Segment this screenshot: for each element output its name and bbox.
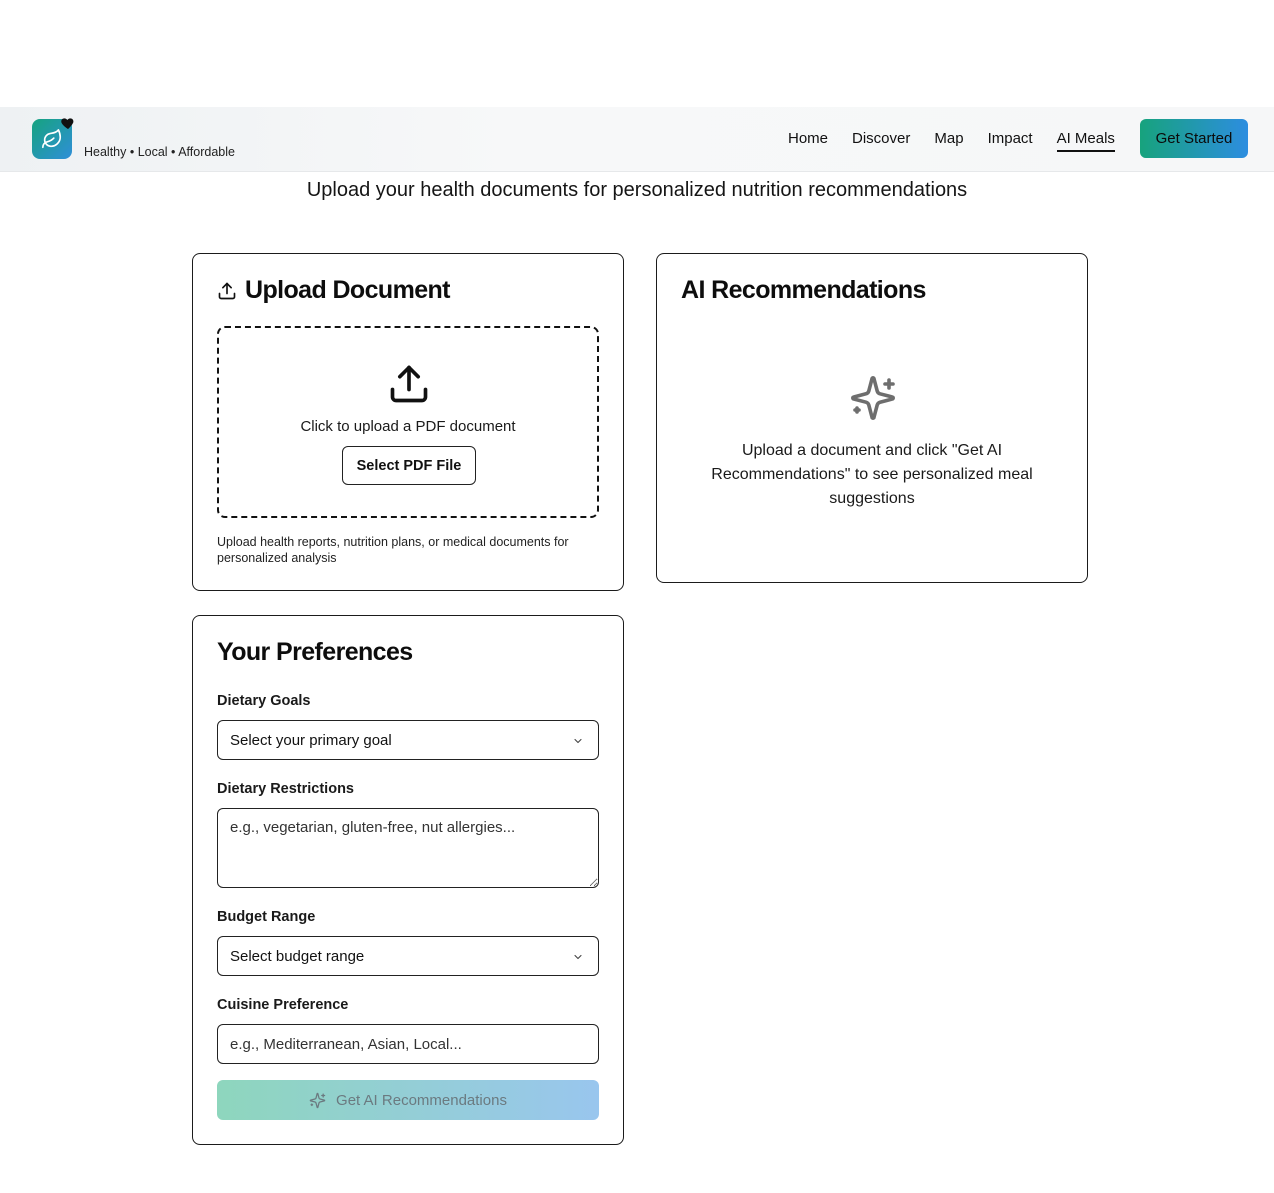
site-header: Healthy • Local • Affordable Home Discov…: [0, 107, 1274, 172]
dietary-goals-select[interactable]: Select your primary goal: [217, 720, 599, 760]
select-pdf-button[interactable]: Select PDF File: [342, 446, 476, 485]
upload-icon: [218, 282, 236, 299]
nav-map[interactable]: Map: [934, 130, 963, 152]
ai-recommendations-card: AI Recommendations Upload a document and…: [656, 253, 1088, 583]
cuisine-preference-label: Cuisine Preference: [217, 997, 349, 1013]
dietary-goals-label: Dietary Goals: [217, 693, 311, 709]
budget-range-label: Budget Range: [217, 909, 316, 925]
nav-discover[interactable]: Discover: [852, 130, 910, 152]
chevron-down-icon: [574, 738, 582, 744]
get-ai-recommendations-button[interactable]: Get AI Recommendations: [217, 1080, 599, 1120]
recommendations-empty-state: Upload a document and click "Get AI Reco…: [711, 442, 1033, 507]
pdf-dropzone[interactable]: Click to upload a PDF document Select PD…: [217, 326, 599, 518]
budget-range-select[interactable]: Select budget range: [217, 936, 599, 976]
nav-home[interactable]: Home: [788, 130, 828, 152]
page-subtitle: Upload your health documents for persona…: [306, 179, 968, 201]
sparkles-icon: [851, 376, 895, 420]
tagline: Healthy • Local • Affordable: [84, 145, 235, 159]
upload-document-card: Upload Document Click to upload a PDF do…: [192, 253, 624, 591]
cuisine-preference-input[interactable]: [217, 1024, 599, 1064]
get-started-button[interactable]: Get Started: [1140, 119, 1248, 158]
sparkles-icon: [309, 1092, 326, 1108]
dietary-restrictions-label: Dietary Restrictions: [217, 781, 354, 797]
recommendations-title: AI Recommendations: [681, 276, 926, 304]
get-ai-recommendations-label: Get AI Recommendations: [336, 1091, 507, 1109]
leaf-icon: [42, 129, 62, 149]
dietary-goals-value: Select your primary goal: [230, 731, 392, 749]
upload-card-header: Upload Document: [217, 276, 451, 305]
main-nav: Home Discover Map Impact AI Meals: [788, 130, 1115, 152]
dietary-restrictions-textarea[interactable]: [217, 808, 599, 888]
upload-hint: Upload health reports, nutrition plans, …: [217, 535, 569, 565]
upload-large-icon: [390, 365, 428, 403]
budget-range-value: Select budget range: [230, 947, 365, 965]
dropzone-text: Click to upload a PDF document: [300, 418, 516, 435]
preferences-card: Your Preferences Dietary Goals Select yo…: [192, 615, 624, 1145]
preferences-title: Your Preferences: [217, 638, 413, 666]
heart-icon: [61, 118, 74, 129]
nav-impact[interactable]: Impact: [988, 130, 1033, 152]
chevron-down-icon: [574, 954, 582, 960]
nav-ai-meals[interactable]: AI Meals: [1056, 130, 1115, 152]
upload-card-title: Upload Document: [245, 276, 451, 304]
